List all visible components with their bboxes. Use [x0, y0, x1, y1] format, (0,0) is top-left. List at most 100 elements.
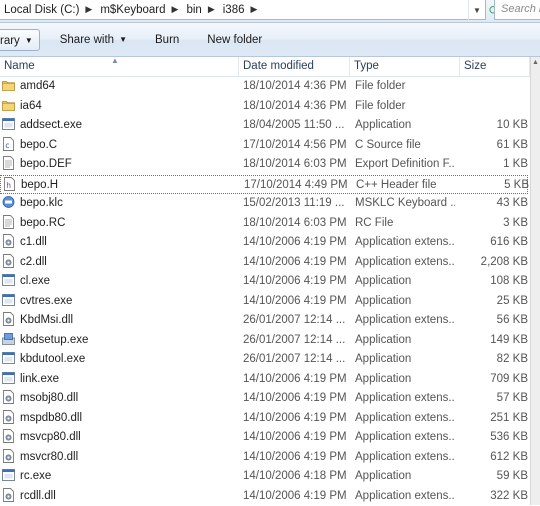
file-row[interactable]: kbdsetup.exe26/01/2007 12:14 ...Applicat… — [0, 331, 530, 351]
exe-icon — [2, 293, 15, 307]
file-type-cell: Application — [355, 467, 455, 487]
file-size-cell: 2,208 KB — [462, 253, 528, 273]
file-row[interactable]: cl.exe14/10/2006 4:19 PMApplication108 K… — [0, 272, 530, 292]
breadcrumb-label: Local Disk (C:) — [0, 4, 81, 16]
file-date-cell: 14/10/2006 4:19 PM — [243, 389, 351, 409]
exe-icon — [2, 117, 15, 131]
file-type-cell: Application — [355, 331, 455, 351]
file-row[interactable]: msvcr80.dll14/10/2006 4:19 PMApplication… — [0, 448, 530, 468]
file-size-cell: 56 KB — [462, 311, 528, 331]
file-row[interactable]: bepo.RC18/10/2014 6:03 PMRC File3 KB — [0, 214, 530, 234]
file-row[interactable]: ia6418/10/2014 4:36 PMFile folder — [0, 97, 530, 117]
file-size-cell: 5 KB — [463, 176, 529, 196]
file-date-cell: 17/10/2014 4:49 PM — [244, 176, 352, 196]
file-type-cell: Application extens... — [355, 448, 455, 468]
file-date-cell: 14/10/2006 4:18 PM — [243, 467, 351, 487]
file-row[interactable]: cvtres.exe14/10/2006 4:19 PMApplication2… — [0, 292, 530, 312]
file-row[interactable]: addsect.exe18/04/2005 11:50 ...Applicati… — [0, 116, 530, 136]
file-name-cell: kbdutool.exe — [2, 350, 236, 370]
file-size-cell: 1 KB — [462, 155, 528, 175]
file-type-cell: C Source file — [355, 136, 455, 156]
column-date-modified[interactable]: Date modified — [239, 57, 350, 76]
breadcrumb-item-mskeyboard[interactable]: m$Keyboard ▶ — [96, 0, 182, 20]
file-name: bepo.C — [20, 139, 57, 151]
file-type-cell: Application extens... — [355, 409, 455, 429]
file-type-cell: File folder — [355, 97, 455, 117]
c-file-icon: c — [2, 137, 15, 151]
share-with-label: Share with — [60, 34, 114, 46]
file-row[interactable]: cbepo.C17/10/2014 4:56 PMC Source file61… — [0, 136, 530, 156]
folder-icon — [2, 98, 15, 112]
file-type-cell: Export Definition F... — [355, 155, 455, 175]
new-folder-button[interactable]: New folder — [197, 29, 272, 51]
file-row[interactable]: hbepo.H17/10/2014 4:49 PMC++ Header file… — [0, 175, 528, 195]
file-date-cell: 14/10/2006 4:19 PM — [243, 253, 351, 273]
file-row[interactable]: rc.exe14/10/2006 4:18 PMApplication59 KB — [0, 467, 530, 487]
file-size-cell: 3 KB — [462, 214, 528, 234]
file-name-cell: msvcp80.dll — [2, 428, 236, 448]
chevron-right-icon[interactable]: ▶ — [168, 4, 183, 15]
file-size-cell: 10 KB — [462, 116, 528, 136]
file-row[interactable]: msobj80.dll14/10/2006 4:19 PMApplication… — [0, 389, 530, 409]
file-name-cell: cl.exe — [2, 272, 236, 292]
file-row[interactable]: c2.dll14/10/2006 4:19 PMApplication exte… — [0, 253, 530, 273]
library-button[interactable]: rary▼ — [0, 29, 40, 51]
column-header: Name ▲ Date modified Type Size — [0, 57, 530, 77]
file-date-cell: 26/01/2007 12:14 ... — [243, 350, 351, 370]
chevron-right-icon[interactable]: ▶ — [247, 4, 262, 15]
file-row[interactable]: bepo.klc15/02/2013 11:19 ...MSKLC Keyboa… — [0, 194, 530, 214]
vertical-scrollbar[interactable]: ▲ — [530, 57, 540, 505]
exe-icon — [2, 468, 15, 482]
search-input[interactable]: Search i3 — [494, 0, 540, 20]
breadcrumb-item-bin[interactable]: bin ▶ — [182, 0, 218, 20]
burn-button[interactable]: Burn — [145, 29, 189, 51]
file-row[interactable]: bepo.DEF18/10/2014 6:03 PMExport Definit… — [0, 155, 530, 175]
breadcrumb-item-drive[interactable]: Local Disk (C:) ▶ — [0, 0, 96, 20]
file-row[interactable]: amd6418/10/2014 4:36 PMFile folder — [0, 77, 530, 97]
file-type-cell: Application — [355, 116, 455, 136]
file-row[interactable]: kbdutool.exe26/01/2007 12:14 ...Applicat… — [0, 350, 530, 370]
file-row[interactable]: link.exe14/10/2006 4:19 PMApplication709… — [0, 370, 530, 390]
breadcrumb-label: i386 — [219, 4, 247, 16]
column-date-label: Date modified — [243, 60, 314, 72]
file-size-cell: 251 KB — [462, 409, 528, 429]
chevron-right-icon[interactable]: ▶ — [81, 4, 96, 15]
dll-icon — [2, 254, 15, 268]
breadcrumb-item-i386[interactable]: i386 ▶ — [219, 0, 262, 20]
file-date-cell: 18/10/2014 4:36 PM — [243, 97, 351, 117]
folder-icon — [2, 78, 15, 92]
file-row[interactable]: c1.dll14/10/2006 4:19 PMApplication exte… — [0, 233, 530, 253]
column-size[interactable]: Size — [460, 57, 530, 76]
file-name-cell: msvcr80.dll — [2, 448, 236, 468]
column-type[interactable]: Type — [350, 57, 460, 76]
dll-icon — [2, 429, 15, 443]
dll-icon — [2, 449, 15, 463]
file-name: bepo.klc — [20, 197, 63, 209]
dll-icon — [2, 312, 15, 326]
file-name: msvcp80.dll — [20, 431, 81, 443]
column-name[interactable]: Name ▲ — [0, 57, 239, 76]
file-date-cell: 14/10/2006 4:19 PM — [243, 370, 351, 390]
share-with-button[interactable]: Share with▼ — [50, 29, 137, 51]
file-type-cell: Application extens... — [355, 253, 455, 273]
file-row[interactable]: msvcp80.dll14/10/2006 4:19 PMApplication… — [0, 428, 530, 448]
file-row[interactable]: KbdMsi.dll26/01/2007 12:14 ...Applicatio… — [0, 311, 530, 331]
file-list: amd6418/10/2014 4:36 PMFile folderia6418… — [0, 77, 530, 506]
scroll-up-icon[interactable]: ▲ — [532, 59, 539, 66]
file-name-cell: link.exe — [2, 370, 236, 390]
chevron-right-icon[interactable]: ▶ — [204, 4, 219, 15]
file-size-cell: 616 KB — [462, 233, 528, 253]
breadcrumb[interactable]: Local Disk (C:) ▶ m$Keyboard ▶ bin ▶ i38… — [0, 0, 486, 20]
file-name: link.exe — [20, 373, 59, 385]
file-row[interactable]: rcdll.dll14/10/2006 4:19 PMApplication e… — [0, 487, 530, 506]
file-date-cell: 14/10/2006 4:19 PM — [243, 409, 351, 429]
file-date-cell: 18/10/2014 4:36 PM — [243, 77, 351, 97]
file-name-cell: msobj80.dll — [2, 389, 236, 409]
svg-text:h: h — [6, 181, 11, 190]
file-row[interactable]: mspdb80.dll14/10/2006 4:19 PMApplication… — [0, 409, 530, 429]
h-file-icon: h — [3, 177, 16, 191]
chevron-down-icon[interactable]: ▼ — [468, 0, 485, 20]
file-size-cell: 57 KB — [462, 389, 528, 409]
file-size-cell: 322 KB — [462, 487, 528, 506]
file-name: bepo.RC — [20, 217, 65, 229]
